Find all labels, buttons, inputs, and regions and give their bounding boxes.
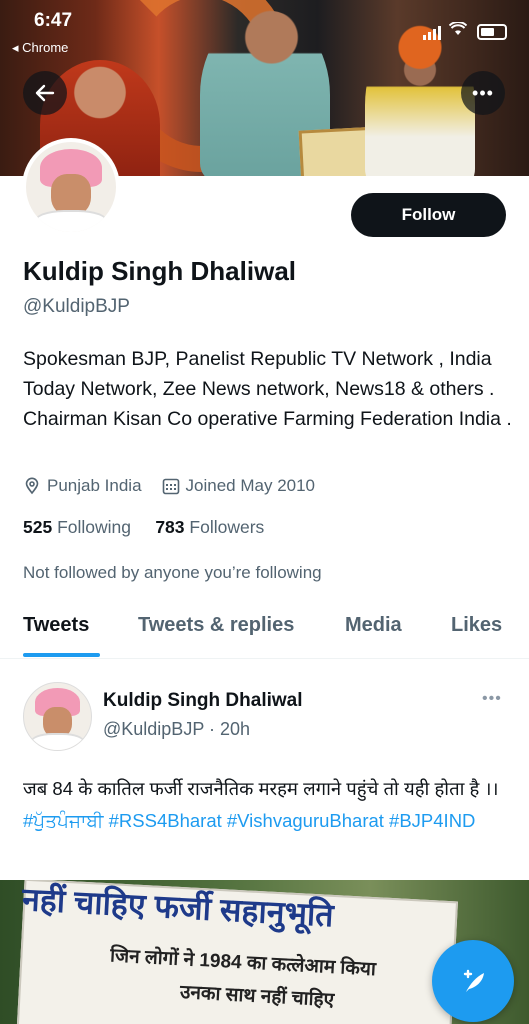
hashtag-link[interactable]: #BJP4IND [389,810,475,831]
followers-link[interactable]: 783 Followers [155,517,264,537]
more-dots-icon: ••• [472,82,494,103]
tab-tweets[interactable]: Tweets [23,614,89,637]
tweet-text: जब 84 के कातिल फर्जी राजनैतिक मरहम लगाने… [23,778,499,831]
tweet-more-icon[interactable]: ••• [482,690,502,708]
profile-name: Kuldip Singh Dhaliwal [23,256,296,286]
profile-location: Punjab India [47,476,142,495]
wifi-icon [448,21,468,41]
battery-icon [477,24,507,40]
back-to-chrome-link[interactable]: ◂ Chrome [12,40,68,56]
compose-tweet-button[interactable] [432,940,514,1022]
tab-likes[interactable]: Likes [451,614,502,637]
more-options-button[interactable]: ••• [461,71,505,115]
follow-button[interactable]: Follow [351,193,506,237]
tweet-author-name[interactable]: Kuldip Singh Dhaliwal [103,690,303,712]
tab-media[interactable]: Media [345,614,402,637]
profile-handle: @KuldipBJP [23,296,130,317]
hashtag-link[interactable]: #RSS4Bharat [109,810,222,831]
compose-feather-icon [463,969,484,992]
status-bar: 6:47 ◂ Chrome [0,0,529,60]
profile-tabs: Tweets Tweets & replies Media Likes [0,606,529,659]
profile-avatar[interactable] [22,138,120,236]
cellular-signal-icon [423,26,441,40]
not-followed-note: Not followed by anyone you’re following [23,563,322,582]
profile-joined: Joined May 2010 [185,476,316,495]
location-pin-icon [25,477,39,495]
tweet-handle-time: @KuldipBJP · 20h [103,719,251,739]
profile-bio: Spokesman BJP, Panelist Republic TV Netw… [23,348,512,430]
follow-counts: 525 Following 783 Followers [23,517,264,538]
following-link[interactable]: 525 Following [23,517,131,537]
status-time: 6:47 [34,10,73,31]
back-arrow-button[interactable] [23,71,67,115]
hashtag-link[interactable]: #VishvaguruBharat [227,810,384,831]
profile-meta: Punjab India Joined May 2010 [23,476,315,496]
tweet-author-avatar[interactable] [23,682,92,751]
hashtag-link[interactable]: #ਪੁੱਤਪੰਜਾਬੀ [23,810,103,831]
tab-tweets-replies[interactable]: Tweets & replies [138,614,294,637]
active-tab-indicator [23,653,100,657]
back-arrow-icon [35,84,55,102]
calendar-icon [162,478,179,495]
